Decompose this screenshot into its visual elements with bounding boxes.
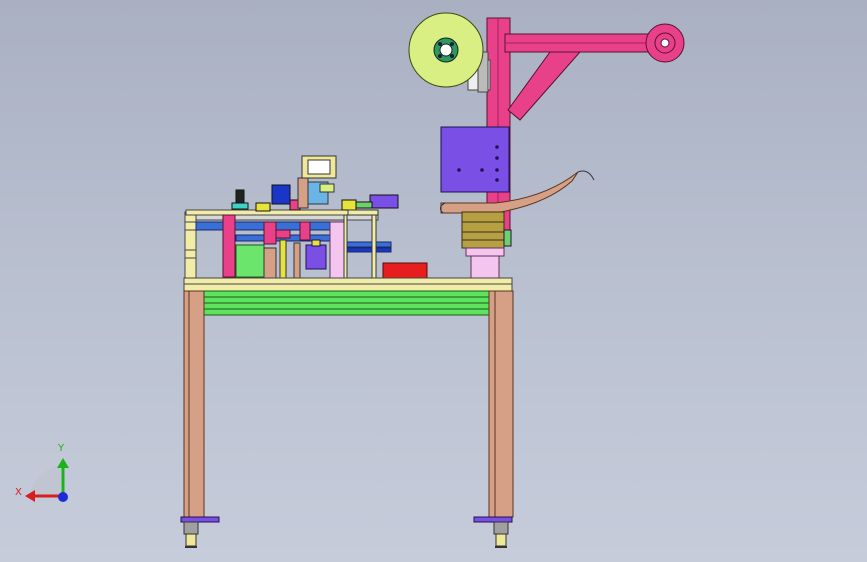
left-leg[interactable]: [183, 290, 205, 518]
cutter-head-block[interactable]: [440, 126, 510, 193]
z-axis-icon: [58, 492, 68, 502]
table-top-plate[interactable]: [183, 277, 513, 285]
station-mechanism-cluster[interactable]: [184, 155, 399, 279]
right-foot-plate[interactable]: [473, 516, 513, 523]
triad-x-label: X: [15, 487, 22, 498]
left-foot-plate[interactable]: [180, 516, 220, 523]
drive-gear-block[interactable]: [461, 211, 512, 249]
diagonal-brace[interactable]: [507, 51, 582, 121]
material-roll[interactable]: [408, 12, 484, 88]
cad-viewport[interactable]: X Y: [0, 0, 867, 562]
machine-model-drawing[interactable]: [0, 0, 867, 562]
machine-table-frame[interactable]: [180, 277, 514, 548]
right-leg[interactable]: [488, 290, 514, 518]
triad-y-label: Y: [58, 443, 65, 454]
coordinate-triad: [25, 458, 69, 502]
